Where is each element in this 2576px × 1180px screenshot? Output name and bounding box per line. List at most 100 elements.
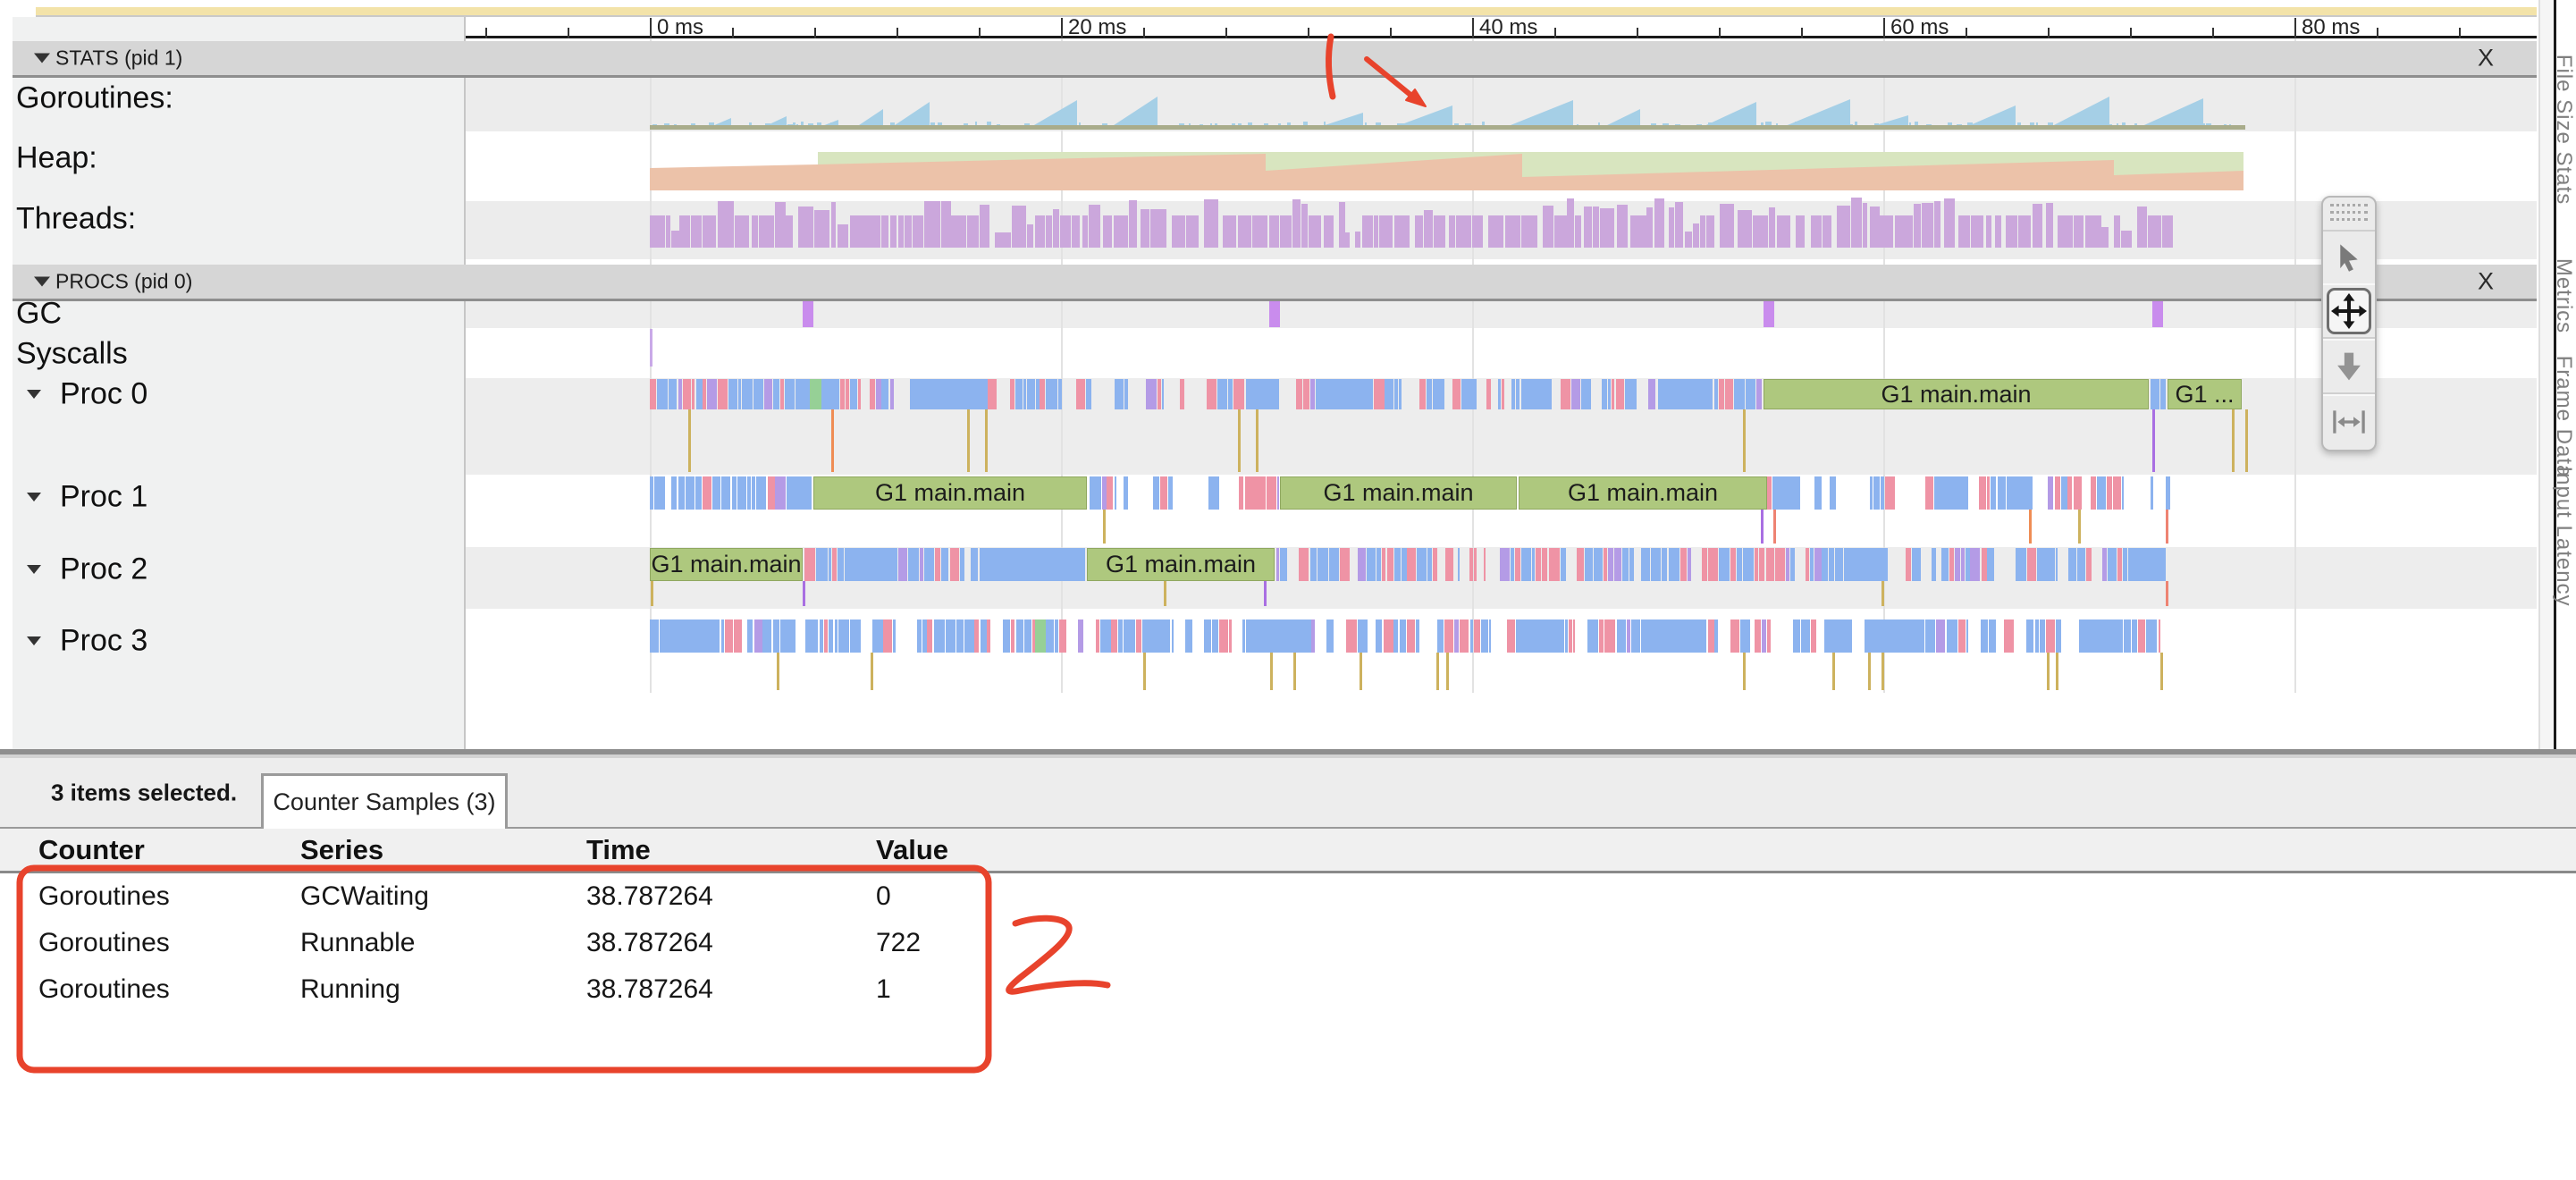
expand-triangle-icon[interactable] [27, 636, 41, 645]
track-label: Goroutines: [16, 81, 173, 116]
ruler-minor-tick [814, 28, 816, 38]
down-arrow-icon [2333, 350, 2365, 383]
track-label: Proc 3 [60, 624, 147, 659]
tab-counter-samples[interactable]: Counter Samples (3) [261, 773, 508, 829]
column-header-series[interactable]: Series [300, 834, 383, 866]
ruler-tick-label: 0 ms [657, 15, 703, 40]
ruler-minor-tick [2459, 28, 2461, 38]
ruler-minor-tick [1801, 28, 1803, 38]
track-label: GC [16, 297, 62, 332]
column-header-value[interactable]: Value [876, 834, 948, 866]
expand-triangle-icon[interactable] [27, 390, 41, 399]
ruler-minor-tick [1143, 28, 1145, 38]
track-label: Proc 2 [60, 552, 147, 587]
cell-series: Runnable [300, 928, 415, 958]
cell-counter: Goroutines [38, 928, 170, 958]
cell-series: GCWaiting [300, 881, 429, 912]
cell-time: 38.787264 [586, 974, 713, 1005]
column-header-time[interactable]: Time [586, 834, 651, 866]
expand-triangle-icon[interactable] [27, 565, 41, 574]
goroutine-slice[interactable]: G1 main.main [650, 548, 803, 581]
track-label: Syscalls [16, 337, 128, 372]
ruler-major-tick [1472, 18, 1474, 38]
cell-counter: Goroutines [38, 881, 170, 912]
table-row[interactable]: Goroutines Runnable 38.787264 722 [0, 920, 1073, 966]
ruler-tick-label: 20 ms [1068, 15, 1126, 40]
cursor-arrow-icon [2334, 242, 2364, 273]
ruler-major-tick [1061, 18, 1063, 38]
ruler-minor-tick [897, 28, 898, 38]
ruler-minor-tick [1637, 28, 1638, 38]
palette-drag-handle[interactable] [2330, 204, 2368, 225]
collapse-triangle-icon[interactable] [34, 54, 50, 63]
track-proc3[interactable] [466, 609, 2537, 696]
track-label: Proc 0 [60, 377, 147, 412]
top-scroll-strip[interactable] [36, 7, 2537, 17]
section-header-procs[interactable]: PROCS (pid 0) X [13, 265, 2537, 301]
ruler-minor-tick [1554, 28, 1556, 38]
cell-value: 0 [876, 881, 891, 912]
goroutine-slice[interactable]: G1 main.main [1764, 379, 2149, 409]
ruler-minor-tick [1390, 28, 1392, 38]
section-header-stats[interactable]: STATS (pid 1) X [13, 41, 2537, 78]
ruler-minor-tick [1966, 28, 1967, 38]
goroutine-slice[interactable]: G1 main.main [813, 476, 1087, 510]
ruler-minor-tick [568, 28, 569, 38]
zoom-tool-button[interactable] [2323, 339, 2375, 392]
ruler-minor-tick [485, 28, 487, 38]
ruler-minor-tick [2377, 28, 2378, 38]
ruler-minor-tick [979, 28, 981, 38]
cell-counter: Goroutines [38, 974, 170, 1005]
ruler-tick-label: 60 ms [1890, 15, 1949, 40]
track-goroutines[interactable] [466, 78, 2537, 131]
ruler-minor-tick [1225, 28, 1227, 38]
track-label: Threads: [16, 202, 136, 237]
track-label: Heap: [16, 141, 97, 176]
table-row[interactable]: Goroutines Running 38.787264 1 [0, 966, 1073, 1013]
ruler-major-tick [650, 18, 652, 38]
goroutine-slice[interactable]: G1 ... [2168, 379, 2242, 409]
section-title: STATS (pid 1) [55, 46, 182, 71]
track-label: Proc 1 [60, 480, 147, 515]
horizontal-measure-icon [2332, 407, 2366, 437]
ruler-minor-tick [732, 28, 734, 38]
cell-time: 38.787264 [586, 881, 713, 912]
goroutine-slice[interactable]: G1 main.main [1519, 476, 1767, 510]
close-icon[interactable]: X [2478, 268, 2494, 296]
collapse-triangle-icon[interactable] [34, 277, 50, 287]
ruler-major-tick [1883, 18, 1885, 38]
side-tab-metrics[interactable]: Metrics [2556, 258, 2576, 333]
track-threads[interactable] [466, 201, 2537, 259]
side-tab-frame-data[interactable]: Frame Data [2556, 356, 2576, 478]
track-gc[interactable] [466, 298, 2537, 328]
expand-triangle-icon[interactable] [27, 493, 41, 502]
table-header-row: Counter Series Time Value [0, 829, 2576, 873]
side-tab-input-latency[interactable]: Input Latency [2556, 466, 2576, 606]
selection-tool-button[interactable] [2323, 232, 2375, 283]
cell-value: 1 [876, 974, 891, 1005]
goroutine-slice[interactable]: G1 main.main [1280, 476, 1517, 510]
goroutine-slice[interactable]: G1 main.main [1087, 548, 1275, 581]
cell-time: 38.787264 [586, 928, 713, 958]
close-icon[interactable]: X [2478, 45, 2494, 72]
track-heap[interactable] [466, 131, 2537, 201]
ruler-minor-tick [2048, 28, 2050, 38]
section-title: PROCS (pid 0) [55, 270, 192, 294]
selection-summary: 3 items selected. [51, 779, 237, 806]
track-syscalls[interactable] [466, 328, 2537, 378]
table-row[interactable]: Goroutines GCWaiting 38.787264 0 [0, 873, 1073, 920]
cell-series: Running [300, 974, 400, 1005]
move-arrows-icon [2331, 293, 2367, 329]
timing-tool-button[interactable] [2323, 394, 2375, 448]
side-tab-file-size-stats[interactable]: File Size Stats [2556, 55, 2576, 205]
ruler-major-tick [2294, 18, 2296, 38]
pan-tool-button[interactable] [2323, 283, 2375, 337]
ruler-tick-label: 80 ms [2302, 15, 2360, 40]
ruler-minor-tick [1308, 28, 1309, 38]
cell-value: 722 [876, 928, 921, 958]
column-header-counter[interactable]: Counter [38, 834, 145, 866]
ruler-minor-tick [1719, 28, 1721, 38]
timeline-tool-palette [2321, 196, 2377, 451]
ruler-minor-tick [2130, 28, 2132, 38]
ruler-tick-label: 40 ms [1479, 15, 1537, 40]
